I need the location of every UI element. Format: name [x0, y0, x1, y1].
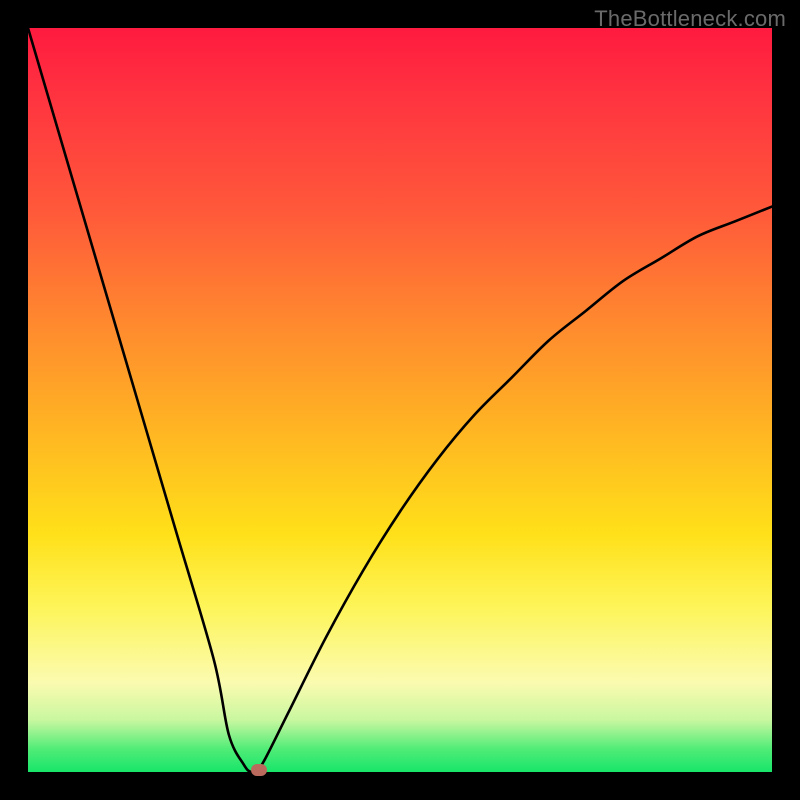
bottleneck-curve — [28, 28, 772, 772]
minimum-marker — [251, 764, 267, 776]
chart-frame: TheBottleneck.com — [0, 0, 800, 800]
plot-area — [28, 28, 772, 772]
